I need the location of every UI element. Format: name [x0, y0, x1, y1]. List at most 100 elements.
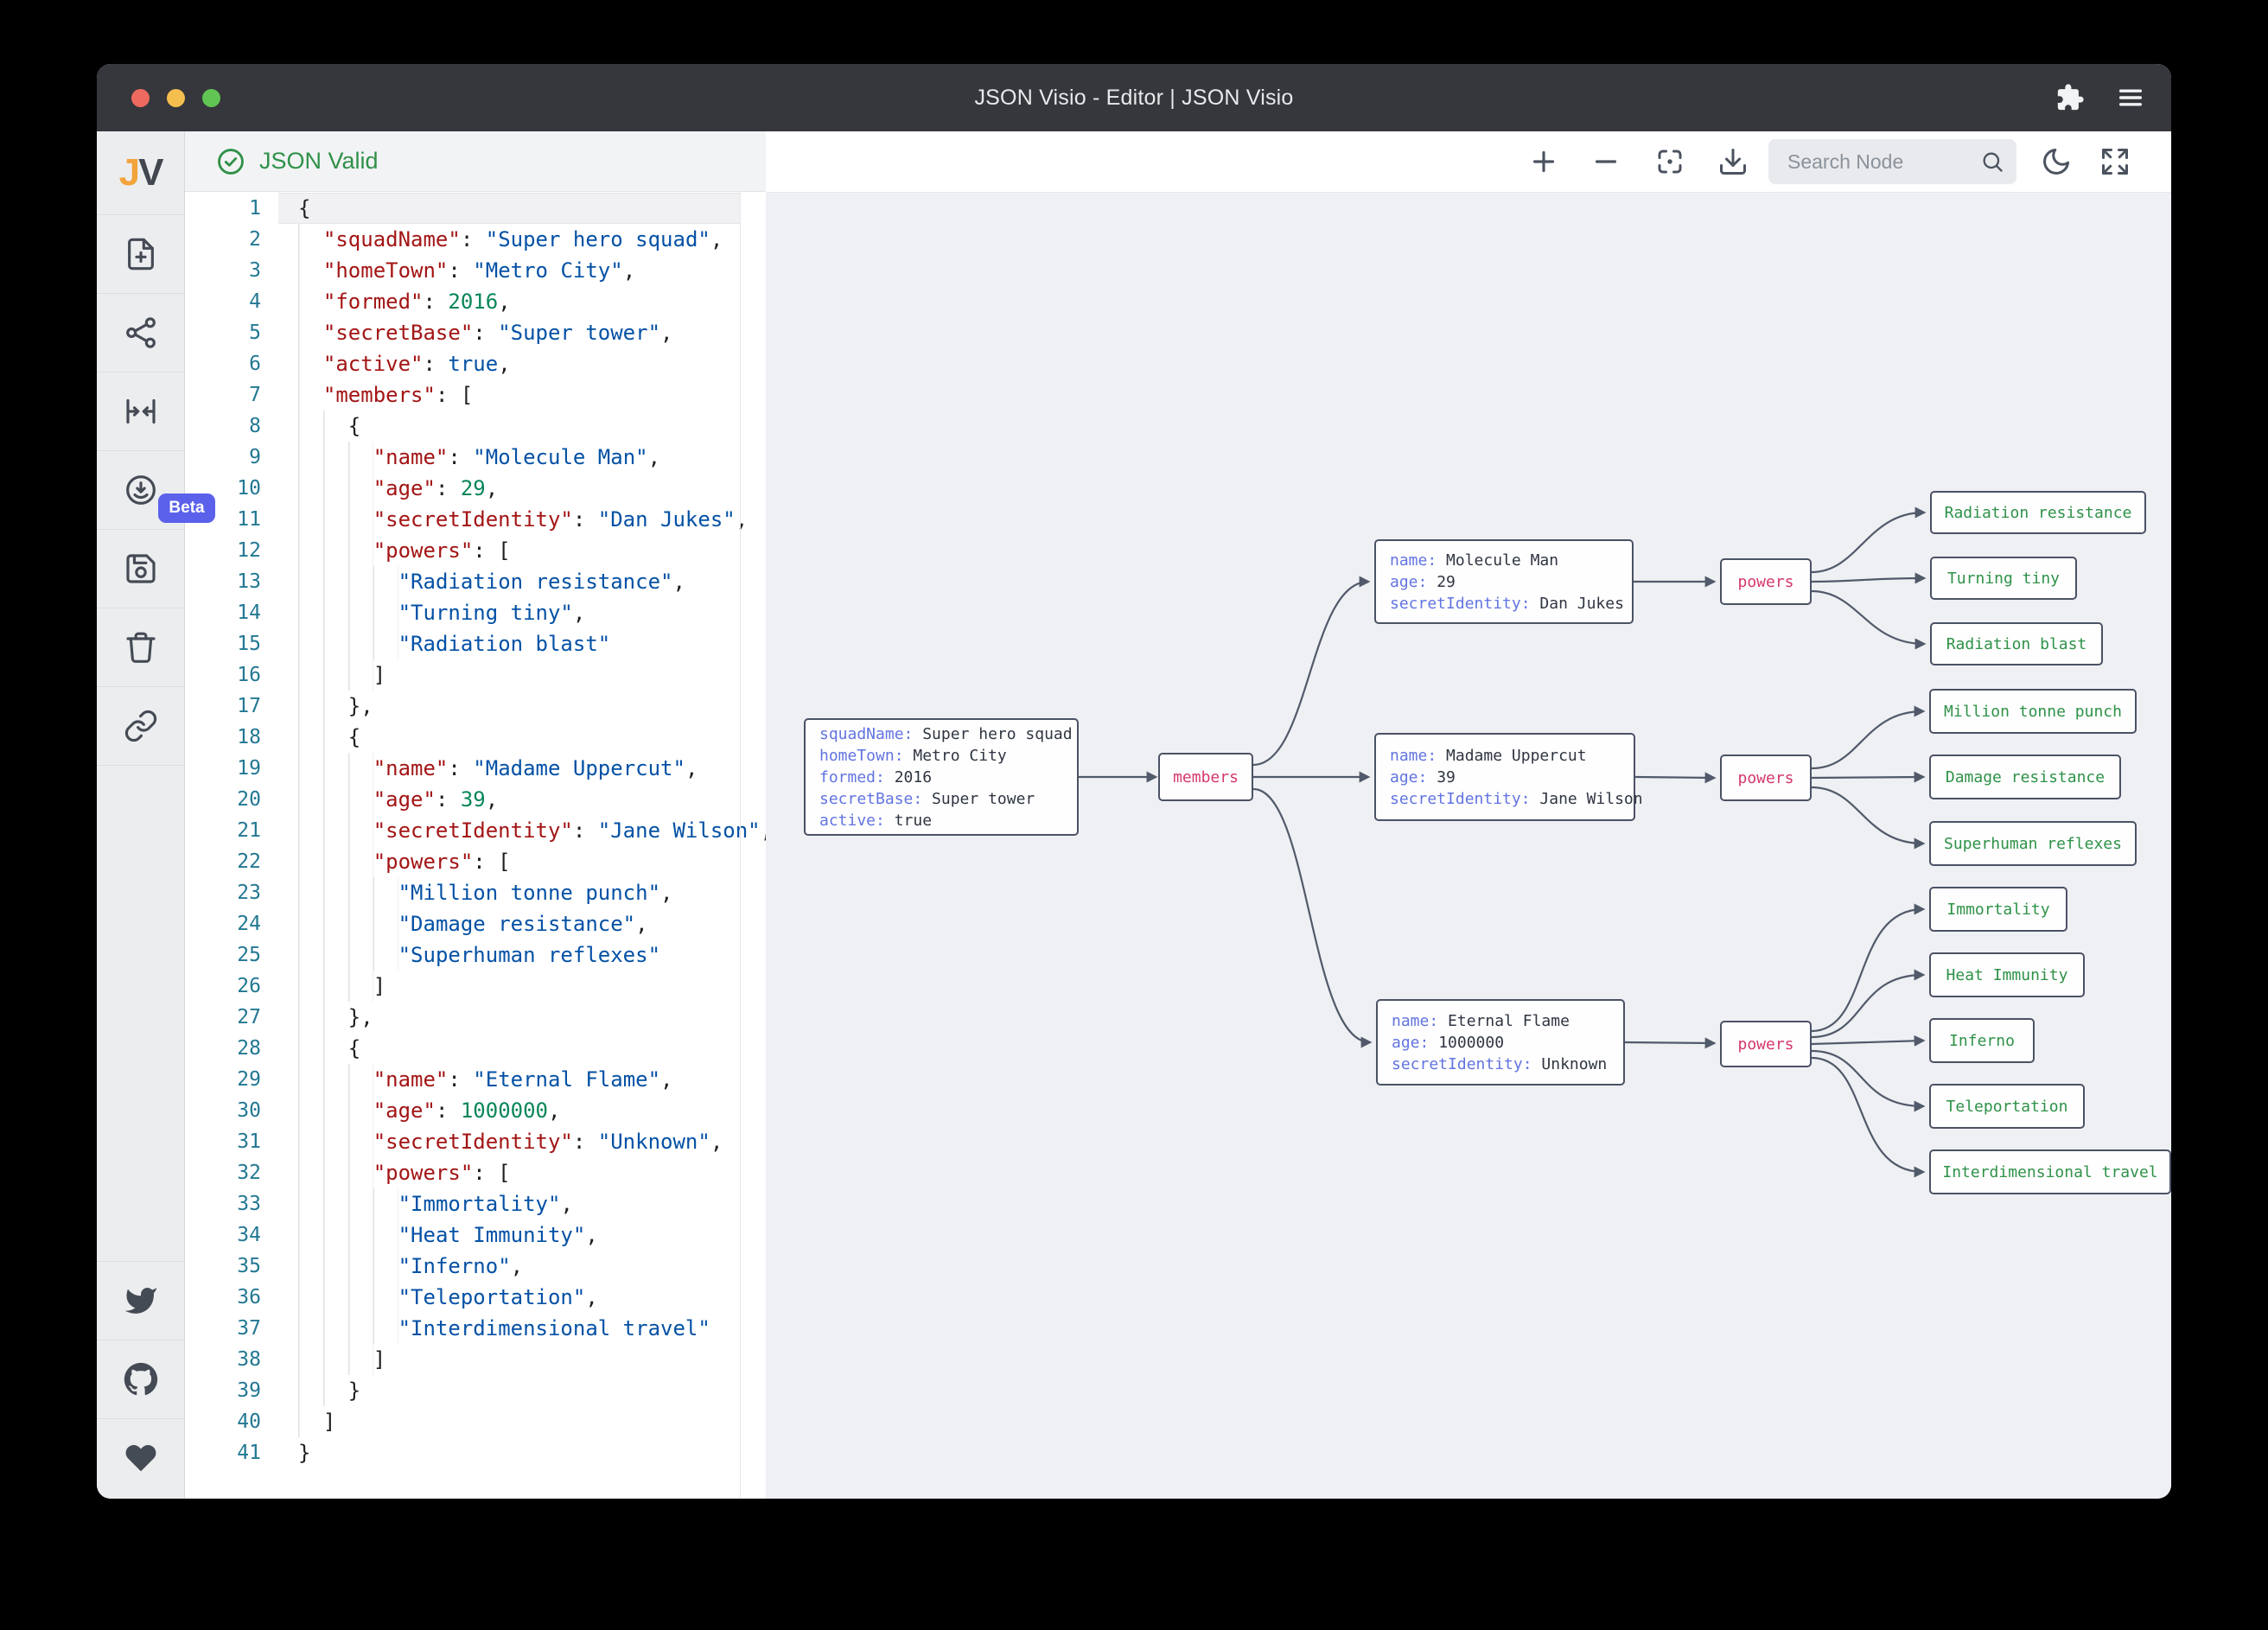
zoom-out-icon[interactable] [1590, 146, 1621, 177]
node-leaf-heat-immunity[interactable]: Heat Immunity [1929, 952, 2085, 997]
edge-powers-madame-uppercut-to-leaf-million-tonne-punch [1812, 711, 1923, 768]
node-leaf-teleportation[interactable]: Teleportation [1929, 1084, 2085, 1129]
editor-line-5[interactable]: 5"secretBase": "Super tower", [185, 317, 766, 348]
editor-line-29[interactable]: 29"name": "Eternal Flame", [185, 1064, 766, 1095]
edge-member-madame-uppercut-to-powers-madame-uppercut [1635, 777, 1714, 778]
line-content: { [278, 193, 740, 224]
node-powers-eternal-flame[interactable]: powers [1720, 1021, 1812, 1067]
node-leaf-inferno[interactable]: Inferno [1929, 1018, 2035, 1063]
menu-icon[interactable] [2116, 83, 2145, 112]
node-member-eternal-flame[interactable]: name: Eternal Flameage: 1000000secretIde… [1376, 999, 1625, 1086]
editor-line-6[interactable]: 6"active": true, [185, 348, 766, 379]
editor-line-33[interactable]: 33"Immortality", [185, 1188, 766, 1219]
editor-line-39[interactable]: 39} [185, 1375, 766, 1406]
node-leaf-interdimensional-travel[interactable]: Interdimensional travel [1929, 1149, 2171, 1194]
focus-center-icon[interactable] [1654, 146, 1685, 177]
node-leaf-damage-resistance[interactable]: Damage resistance [1929, 755, 2121, 799]
fit-width-button[interactable] [97, 372, 184, 451]
editor-line-1[interactable]: 1{ [185, 193, 766, 224]
line-number: 38 [185, 1344, 278, 1375]
editor-line-13[interactable]: 13"Radiation resistance", [185, 566, 766, 597]
new-document-button[interactable] [97, 215, 184, 294]
node-field: name: Eternal Flame [1392, 1010, 1623, 1032]
editor-line-24[interactable]: 24"Damage resistance", [185, 908, 766, 939]
editor-line-36[interactable]: 36"Teleportation", [185, 1282, 766, 1313]
node-leaf-turning-tiny[interactable]: Turning tiny [1930, 557, 2077, 600]
line-content: "Heat Immunity", [278, 1219, 740, 1251]
editor-line-23[interactable]: 23"Million tonne punch", [185, 877, 766, 908]
editor-line-35[interactable]: 35"Inferno", [185, 1251, 766, 1282]
diagram-canvas[interactable]: squadName: Super hero squadhomeTown: Met… [766, 131, 2171, 1499]
node-members[interactable]: members [1158, 753, 1253, 801]
delete-button[interactable] [97, 608, 184, 687]
node-leaf-immortality[interactable]: Immortality [1929, 887, 2067, 932]
share-link-button[interactable] [97, 687, 184, 766]
editor-line-18[interactable]: 18{ [185, 722, 766, 753]
editor-line-21[interactable]: 21"secretIdentity": "Jane Wilson", [185, 815, 766, 846]
editor-line-38[interactable]: 38] [185, 1344, 766, 1375]
save-button[interactable] [97, 530, 184, 608]
editor-line-34[interactable]: 34"Heat Immunity", [185, 1219, 766, 1251]
editor-line-3[interactable]: 3"homeTown": "Metro City", [185, 255, 766, 286]
fullscreen-icon[interactable] [2099, 146, 2131, 177]
extensions-icon[interactable] [2055, 83, 2085, 112]
editor-line-41[interactable]: 41} [185, 1437, 766, 1468]
app-logo[interactable]: JV [97, 131, 184, 215]
dark-mode-icon[interactable] [2041, 146, 2072, 177]
editor-line-37[interactable]: 37"Interdimensional travel" [185, 1313, 766, 1344]
editor-line-8[interactable]: 8{ [185, 411, 766, 442]
line-number: 41 [185, 1437, 278, 1468]
editor-line-32[interactable]: 32"powers": [ [185, 1157, 766, 1188]
editor-line-16[interactable]: 16] [185, 659, 766, 691]
logo-letter-j: J [119, 151, 138, 194]
edge-powers-eternal-flame-to-leaf-inferno [1812, 1041, 1923, 1044]
editor-line-4[interactable]: 4"formed": 2016, [185, 286, 766, 317]
editor-line-11[interactable]: 11"secretIdentity": "Dan Jukes", [185, 504, 766, 535]
code-editor[interactable]: 1{2"squadName": "Super hero squad",3"hom… [185, 193, 766, 1499]
editor-line-31[interactable]: 31"secretIdentity": "Unknown", [185, 1126, 766, 1157]
node-field: name: Molecule Man [1390, 550, 1632, 571]
editor-line-12[interactable]: 12"powers": [ [185, 535, 766, 566]
node-leaf-million-tonne-punch[interactable]: Million tonne punch [1929, 689, 2137, 734]
editor-line-28[interactable]: 28{ [185, 1033, 766, 1064]
node-root[interactable]: squadName: Super hero squadhomeTown: Met… [804, 718, 1079, 836]
node-leaf-radiation-blast[interactable]: Radiation blast [1930, 622, 2103, 665]
line-number: 2 [185, 224, 278, 255]
editor-line-30[interactable]: 30"age": 1000000, [185, 1095, 766, 1126]
editor-line-40[interactable]: 40] [185, 1406, 766, 1437]
editor-line-20[interactable]: 20"age": 39, [185, 784, 766, 815]
canvas-toolbar [766, 131, 2171, 193]
editor-line-25[interactable]: 25"Superhuman reflexes" [185, 939, 766, 971]
twitter-link[interactable] [97, 1261, 184, 1340]
editor-line-7[interactable]: 7"members": [ [185, 379, 766, 411]
github-link[interactable] [97, 1340, 184, 1418]
node-leaf-superhuman-reflexes[interactable]: Superhuman reflexes [1929, 821, 2137, 866]
node-member-madame-uppercut[interactable]: name: Madame Uppercutage: 39secretIdenti… [1374, 733, 1635, 821]
editor-line-19[interactable]: 19"name": "Madame Uppercut", [185, 753, 766, 784]
search-node-input[interactable] [1786, 150, 1980, 175]
editor-line-14[interactable]: 14"Turning tiny", [185, 597, 766, 628]
node-field: age: 1000000 [1392, 1032, 1623, 1054]
sponsor-link[interactable] [97, 1418, 184, 1497]
editor-line-15[interactable]: 15"Radiation blast" [185, 628, 766, 659]
search-icon[interactable] [1980, 150, 2004, 174]
editor-line-9[interactable]: 9"name": "Molecule Man", [185, 442, 766, 473]
node-powers-madame-uppercut[interactable]: powers [1720, 755, 1812, 801]
line-number: 6 [185, 348, 278, 379]
line-number: 37 [185, 1313, 278, 1344]
download-image-icon[interactable] [1717, 146, 1749, 177]
editor-line-17[interactable]: 17}, [185, 691, 766, 722]
node-powers-molecule-man[interactable]: powers [1720, 558, 1812, 605]
node-leaf-radiation-resistance[interactable]: Radiation resistance [1930, 491, 2146, 534]
node-label: Million tonne punch [1944, 703, 2122, 721]
editor-line-27[interactable]: 27}, [185, 1002, 766, 1033]
visualize-graph-button[interactable] [97, 294, 184, 372]
zoom-in-icon[interactable] [1528, 146, 1559, 177]
line-content: { [278, 1033, 740, 1064]
editor-line-2[interactable]: 2"squadName": "Super hero squad", [185, 224, 766, 255]
node-member-molecule-man[interactable]: name: Molecule Manage: 29secretIdentity:… [1374, 539, 1634, 624]
editor-line-10[interactable]: 10"age": 29, [185, 473, 766, 504]
editor-line-26[interactable]: 26] [185, 971, 766, 1002]
editor-line-22[interactable]: 22"powers": [ [185, 846, 766, 877]
node-label: Turning tiny [1947, 570, 2060, 588]
